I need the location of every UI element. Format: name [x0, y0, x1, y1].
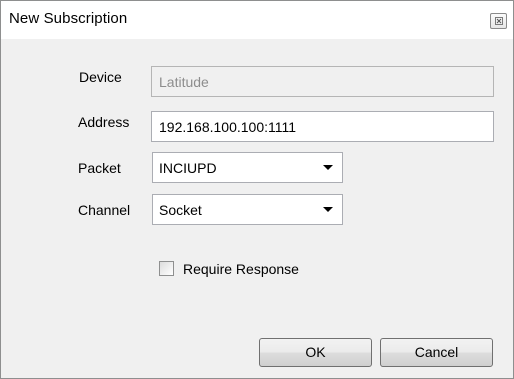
address-field[interactable] [151, 111, 494, 142]
channel-label: Channel [78, 202, 131, 218]
chevron-down-icon [323, 207, 333, 212]
ok-button[interactable]: OK [259, 338, 372, 367]
close-icon [495, 17, 503, 25]
channel-select[interactable]: Socket [152, 194, 343, 225]
packet-label: Packet [78, 160, 121, 176]
chevron-down-icon [323, 165, 333, 170]
new-subscription-dialog: New Subscription Device Address Packet I… [0, 0, 514, 379]
packet-select-value: INCIUPD [159, 160, 217, 176]
cancel-button[interactable]: Cancel [380, 338, 493, 367]
require-response-checkbox[interactable] [159, 261, 174, 276]
device-field[interactable] [151, 66, 494, 97]
address-label: Address [78, 114, 130, 130]
packet-select[interactable]: INCIUPD [152, 152, 343, 183]
window-title: New Subscription [9, 10, 128, 27]
close-button[interactable] [490, 13, 507, 29]
require-response-label[interactable]: Require Response [183, 261, 299, 277]
device-label: Device [79, 69, 122, 85]
title-bar: New Subscription [1, 1, 513, 39]
channel-select-value: Socket [159, 202, 202, 218]
dialog-body: Device Address Packet INCIUPD Channel So… [1, 39, 513, 378]
